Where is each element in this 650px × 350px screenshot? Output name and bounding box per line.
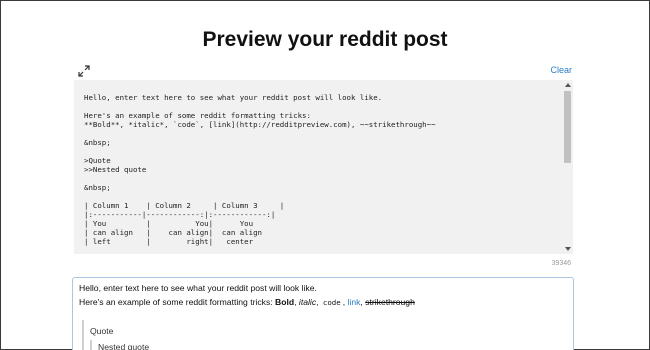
preview-strikethrough: strikethrough bbox=[365, 297, 415, 307]
preview-nested-blockquote: Nested quote bbox=[90, 340, 149, 350]
character-count: 39346 bbox=[551, 260, 571, 267]
preview-nested-quote-text: Nested quote bbox=[98, 342, 150, 350]
scrollbar-thumb[interactable] bbox=[564, 91, 571, 163]
preview-link[interactable]: link bbox=[348, 297, 361, 307]
preview-line-1: Hello, enter text here to see what your … bbox=[79, 283, 317, 293]
rendered-preview: Hello, enter text here to see what your … bbox=[72, 277, 574, 350]
expand-icon[interactable] bbox=[78, 64, 90, 77]
scroll-up-arrow-icon[interactable] bbox=[565, 83, 571, 87]
scroll-down-arrow-icon[interactable] bbox=[565, 247, 571, 251]
editor-scrollbar[interactable] bbox=[562, 80, 573, 254]
preview-italic: italic bbox=[298, 297, 317, 307]
markdown-editor[interactable]: Hello, enter text here to see what your … bbox=[74, 80, 573, 254]
page-title: Preview your reddit post bbox=[202, 28, 448, 51]
preview-line-2-text: Here's an example of some reddit formatt… bbox=[79, 297, 276, 307]
clear-button[interactable]: Clear bbox=[550, 65, 572, 75]
preview-code: code bbox=[322, 298, 341, 307]
preview-bold: Bold bbox=[275, 297, 295, 307]
preview-line-2: Here's an example of some reddit formatt… bbox=[79, 297, 415, 307]
preview-blockquote: Quote Nested quote bbox=[82, 320, 562, 350]
editor-text[interactable]: Hello, enter text here to see what your … bbox=[84, 93, 564, 246]
preview-quote-text: Quote bbox=[90, 326, 114, 336]
